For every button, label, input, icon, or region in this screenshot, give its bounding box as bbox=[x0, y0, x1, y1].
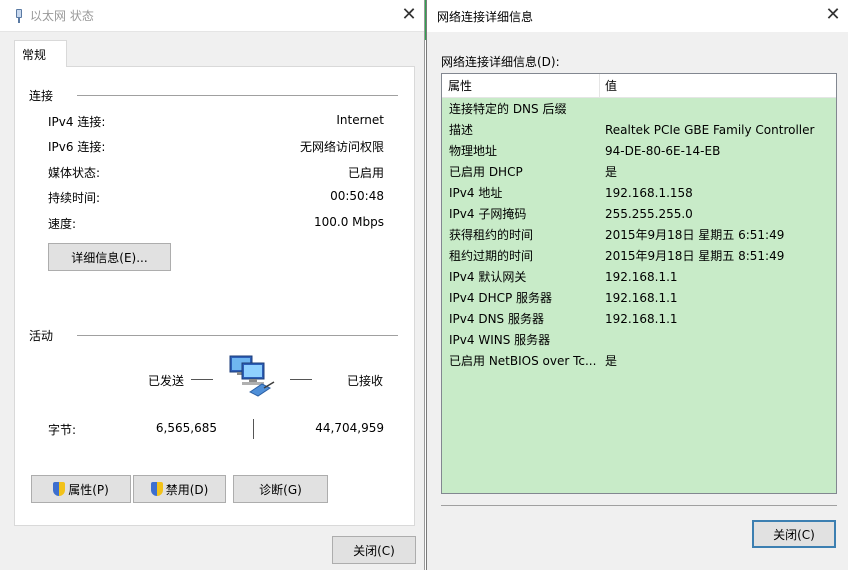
uac-shield-icon bbox=[53, 482, 66, 496]
ethernet-status-window: 以太网 状态 ✕ 常规 连接 IPv4 连接: Internet IPv6 连接… bbox=[0, 0, 425, 570]
sent-dash bbox=[191, 379, 213, 380]
properties-button[interactable]: 属性(P) bbox=[31, 475, 131, 503]
duration-value: 00:50:48 bbox=[330, 189, 384, 203]
media-state-label: 媒体状态: bbox=[48, 166, 101, 180]
uac-shield-icon bbox=[150, 482, 163, 496]
connection-group-title: 连接 bbox=[29, 89, 54, 103]
listview-header: 属性 值 bbox=[442, 74, 836, 98]
disable-button-label: 禁用(D) bbox=[165, 482, 209, 497]
network-computers-icon bbox=[229, 355, 275, 397]
property-cell: 获得租约的时间 bbox=[449, 228, 534, 242]
details-list-label: 网络连接详细信息(D): bbox=[441, 55, 560, 69]
list-item[interactable]: IPv4 WINS 服务器 bbox=[442, 330, 836, 351]
column-header-value[interactable]: 值 bbox=[599, 74, 836, 98]
duration-label: 持续时间: bbox=[48, 191, 101, 205]
list-item[interactable]: IPv4 子网掩码 255.255.255.0 bbox=[442, 204, 836, 225]
list-item[interactable]: 描述 Realtek PCIe GBE Family Controller bbox=[442, 120, 836, 141]
property-cell: 已启用 NetBIOS over Tc... bbox=[449, 354, 597, 368]
property-cell: IPv4 地址 bbox=[449, 186, 503, 200]
list-item[interactable]: IPv4 DNS 服务器 192.168.1.1 bbox=[442, 309, 836, 330]
list-item[interactable]: 已启用 NetBIOS over Tc... 是 bbox=[442, 351, 836, 372]
bytes-received-value: 44,704,959 bbox=[315, 421, 384, 435]
close-button[interactable]: 关闭(C) bbox=[332, 536, 416, 564]
title-bar: 网络连接详细信息 ✕ bbox=[427, 0, 848, 32]
column-header-property[interactable]: 属性 bbox=[442, 74, 599, 98]
value-cell: 2015年9月18日 星期五 8:51:49 bbox=[605, 249, 785, 263]
property-cell: IPv4 DHCP 服务器 bbox=[449, 291, 553, 305]
value-cell bbox=[605, 99, 835, 120]
title-bar: 以太网 状态 ✕ bbox=[0, 0, 424, 32]
tab-general[interactable]: 常规 bbox=[14, 40, 67, 67]
list-item[interactable]: IPv4 DHCP 服务器 192.168.1.1 bbox=[442, 288, 836, 309]
received-dash bbox=[290, 379, 312, 380]
activity-group-divider bbox=[77, 335, 398, 336]
value-cell: 255.255.255.0 bbox=[605, 207, 693, 221]
ethernet-plug-icon bbox=[14, 8, 24, 23]
property-cell: 已启用 DHCP bbox=[449, 165, 523, 179]
value-cell: 192.168.1.1 bbox=[605, 312, 678, 326]
connection-group-divider bbox=[77, 95, 398, 96]
general-tab-panel: 连接 IPv4 连接: Internet IPv6 连接: 无网络访问权限 媒体… bbox=[14, 66, 415, 526]
property-cell: 租约过期的时间 bbox=[449, 249, 534, 263]
ipv4-connection-value: Internet bbox=[336, 113, 384, 127]
value-cell: 是 bbox=[605, 165, 618, 179]
property-cell: 描述 bbox=[449, 123, 474, 137]
property-cell: IPv4 DNS 服务器 bbox=[449, 312, 544, 326]
close-icon[interactable]: ✕ bbox=[824, 6, 842, 24]
speed-label: 速度: bbox=[48, 217, 77, 231]
ipv4-connection-label: IPv4 连接: bbox=[48, 115, 106, 129]
bottom-divider bbox=[441, 505, 837, 506]
media-state-value: 已启用 bbox=[347, 166, 384, 180]
property-cell: IPv4 子网掩码 bbox=[449, 207, 527, 221]
ipv6-connection-label: IPv6 连接: bbox=[48, 140, 106, 154]
value-cell: 2015年9月18日 星期五 6:51:49 bbox=[605, 228, 785, 242]
details-button[interactable]: 详细信息(E)... bbox=[48, 243, 171, 271]
list-item[interactable]: 连接特定的 DNS 后缀 bbox=[442, 99, 836, 120]
property-cell: 物理地址 bbox=[449, 144, 498, 158]
bytes-sent-value: 6,565,685 bbox=[155, 421, 217, 435]
property-cell: 连接特定的 DNS 后缀 bbox=[449, 102, 567, 116]
property-cell: IPv4 默认网关 bbox=[449, 270, 527, 284]
network-connection-details-window: 网络连接详细信息 ✕ 网络连接详细信息(D): 属性 值 连接特定的 DNS 后… bbox=[426, 0, 848, 570]
window-title: 网络连接详细信息 bbox=[437, 9, 534, 24]
list-item[interactable]: 已启用 DHCP 是 bbox=[442, 162, 836, 183]
value-cell: 94-DE-80-6E-14-EB bbox=[605, 144, 721, 158]
disable-button[interactable]: 禁用(D) bbox=[133, 475, 226, 503]
list-item[interactable]: IPv4 默认网关 192.168.1.1 bbox=[442, 267, 836, 288]
value-cell: 192.168.1.1 bbox=[605, 291, 678, 305]
properties-button-label: 属性(P) bbox=[68, 482, 109, 497]
tab-general-label: 常规 bbox=[22, 48, 47, 62]
list-item[interactable]: 物理地址 94-DE-80-6E-14-EB bbox=[442, 141, 836, 162]
diagnose-button[interactable]: 诊断(G) bbox=[233, 475, 328, 503]
close-button[interactable]: 关闭(C) bbox=[752, 520, 836, 548]
window-title: 以太网 状态 bbox=[30, 9, 94, 23]
list-item[interactable]: IPv4 地址 192.168.1.158 bbox=[442, 183, 836, 204]
property-cell: IPv4 WINS 服务器 bbox=[449, 333, 551, 347]
value-cell: Realtek PCIe GBE Family Controller bbox=[605, 123, 815, 137]
ipv6-connection-value: 无网络访问权限 bbox=[299, 140, 384, 154]
value-cell bbox=[605, 330, 835, 351]
bytes-label: 字节: bbox=[48, 423, 77, 437]
value-cell: 是 bbox=[605, 354, 618, 368]
sent-label: 已发送 bbox=[148, 374, 185, 388]
value-cell: 192.168.1.1 bbox=[605, 270, 678, 284]
value-cell: 192.168.1.158 bbox=[605, 186, 693, 200]
list-item[interactable]: 获得租约的时间 2015年9月18日 星期五 6:51:49 bbox=[442, 225, 836, 246]
received-label: 已接收 bbox=[347, 374, 384, 388]
activity-group-title: 活动 bbox=[29, 329, 54, 343]
details-listview[interactable]: 属性 值 连接特定的 DNS 后缀 描述 Realtek PCIe GBE Fa… bbox=[441, 73, 837, 494]
bytes-separator bbox=[253, 419, 254, 439]
speed-value: 100.0 Mbps bbox=[313, 215, 384, 229]
close-icon[interactable]: ✕ bbox=[400, 6, 418, 24]
list-item[interactable]: 租约过期的时间 2015年9月18日 星期五 8:51:49 bbox=[442, 246, 836, 267]
